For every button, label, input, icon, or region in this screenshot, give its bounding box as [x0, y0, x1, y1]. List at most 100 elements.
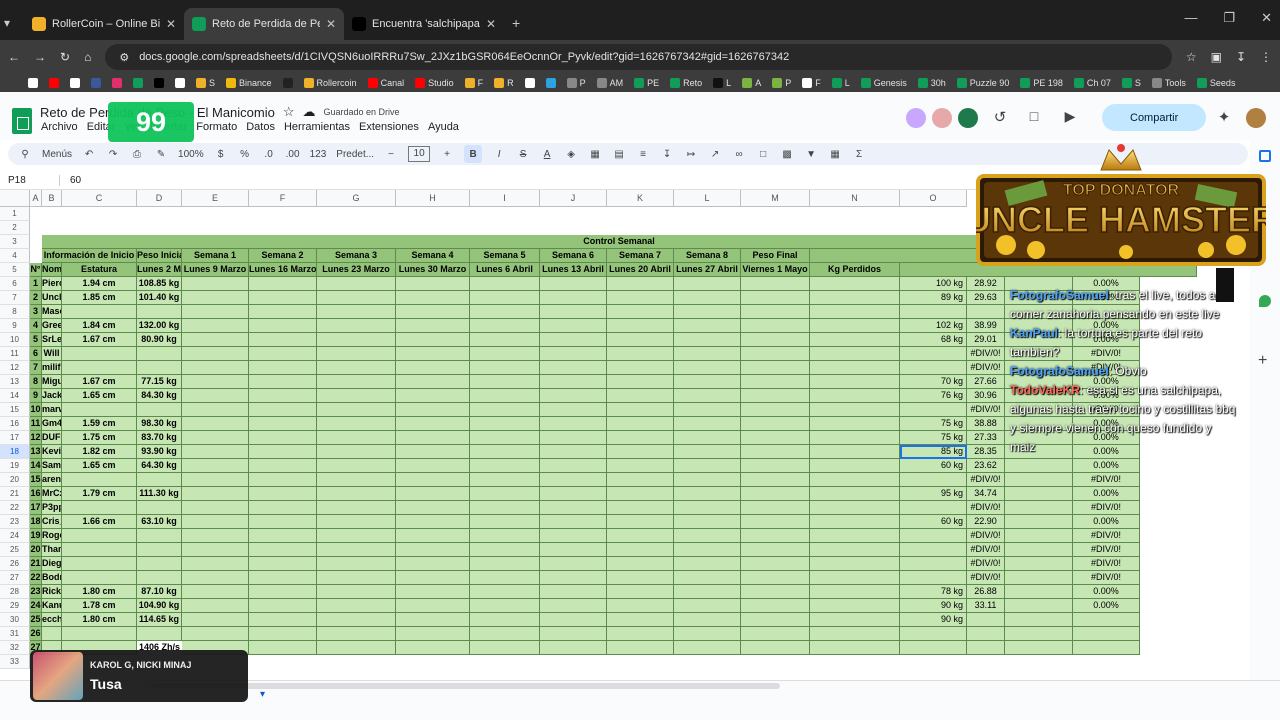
menu-item[interactable]: Herramientas — [284, 121, 350, 133]
row-header[interactable]: 21 — [0, 487, 30, 501]
header-cell[interactable]: Semana 6 — [540, 249, 607, 263]
week-cell[interactable] — [396, 529, 470, 543]
filter-icon[interactable]: ▼ — [804, 149, 818, 160]
row-header[interactable]: 5 — [0, 263, 30, 277]
week-cell[interactable] — [182, 613, 249, 627]
tab-list-icon[interactable]: ▾ — [4, 16, 24, 30]
row-number-cell[interactable]: 3 — [30, 305, 42, 319]
week-cell[interactable] — [396, 333, 470, 347]
font-size-decrease-icon[interactable]: − — [384, 149, 398, 160]
cell[interactable] — [1005, 571, 1073, 585]
cell[interactable] — [1005, 585, 1073, 599]
percent-cell[interactable]: 0.00% — [1073, 599, 1140, 613]
star-icon[interactable]: ☆ — [283, 104, 295, 120]
week-cell[interactable] — [540, 487, 607, 501]
subheader-cell[interactable]: Lunes 9 Marzo — [182, 263, 249, 277]
subheader-cell[interactable]: Nombre — [42, 263, 62, 277]
column-header[interactable]: F — [249, 190, 317, 207]
week-cell[interactable] — [249, 585, 317, 599]
height-cell[interactable] — [62, 347, 137, 361]
week-cell[interactable] — [741, 389, 810, 403]
week-cell[interactable] — [182, 445, 249, 459]
week-cell[interactable] — [674, 627, 741, 641]
header-cell[interactable]: Peso Final — [741, 249, 810, 263]
week-cell[interactable] — [470, 585, 540, 599]
week-cell[interactable] — [182, 375, 249, 389]
target-cell[interactable]: 70 kg — [900, 375, 967, 389]
row-number-cell[interactable]: 16 — [30, 487, 42, 501]
name-box[interactable]: P18 — [0, 175, 60, 186]
week-cell[interactable] — [540, 627, 607, 641]
week-cell[interactable] — [249, 473, 317, 487]
align-horizontal-icon[interactable]: ≡ — [636, 149, 650, 160]
avatar[interactable] — [906, 108, 926, 128]
week-cell[interactable] — [674, 305, 741, 319]
week-cell[interactable] — [182, 473, 249, 487]
week-cell[interactable] — [249, 515, 317, 529]
percent-cell[interactable]: #DIV/0! — [1073, 543, 1140, 557]
week-cell[interactable] — [741, 641, 810, 655]
week-cell[interactable] — [607, 529, 674, 543]
week-cell[interactable] — [396, 571, 470, 585]
week-cell[interactable] — [396, 459, 470, 473]
week-cell[interactable] — [540, 641, 607, 655]
week-cell[interactable] — [607, 277, 674, 291]
column-header[interactable]: L — [674, 190, 741, 207]
weight-cell[interactable]: 93.90 kg — [137, 445, 182, 459]
name-cell[interactable]: Will — [42, 347, 62, 361]
kg-lost-cell[interactable] — [810, 571, 900, 585]
minimize-icon[interactable]: — — [1184, 10, 1197, 26]
week-cell[interactable] — [396, 501, 470, 515]
target-cell[interactable]: 78 kg — [900, 585, 967, 599]
bookmark-item[interactable]: Reto — [670, 78, 702, 88]
functions-icon[interactable]: Σ — [852, 149, 866, 160]
row-number-cell[interactable]: 26 — [30, 627, 42, 641]
week-cell[interactable] — [396, 417, 470, 431]
week-cell[interactable] — [607, 403, 674, 417]
week-cell[interactable] — [182, 347, 249, 361]
week-cell[interactable] — [674, 487, 741, 501]
height-cell[interactable] — [62, 627, 137, 641]
height-cell[interactable]: 1.67 cm — [62, 375, 137, 389]
week-cell[interactable] — [674, 613, 741, 627]
close-tab-icon[interactable]: ✕ — [486, 17, 496, 31]
cell[interactable] — [1005, 459, 1073, 473]
week-cell[interactable] — [182, 487, 249, 501]
percent-cell[interactable]: 0.00% — [1073, 487, 1140, 501]
week-cell[interactable] — [317, 375, 396, 389]
week-cell[interactable] — [317, 347, 396, 361]
height-cell[interactable] — [62, 305, 137, 319]
column-header[interactable]: O — [900, 190, 967, 207]
kg-lost-cell[interactable] — [810, 585, 900, 599]
menu-item[interactable]: Formato — [196, 121, 237, 133]
row-header[interactable]: 2 — [0, 221, 30, 235]
height-cell[interactable]: 1.75 cm — [62, 431, 137, 445]
week-cell[interactable] — [470, 613, 540, 627]
week-cell[interactable] — [741, 585, 810, 599]
link-icon[interactable]: ∞ — [732, 149, 746, 160]
week-cell[interactable] — [396, 627, 470, 641]
week-cell[interactable] — [396, 305, 470, 319]
week-cell[interactable] — [741, 403, 810, 417]
forward-icon[interactable]: → — [34, 50, 46, 64]
download-icon[interactable]: ↧ — [1236, 50, 1246, 64]
week-cell[interactable] — [540, 417, 607, 431]
week-cell[interactable] — [607, 361, 674, 375]
row-header[interactable]: 23 — [0, 515, 30, 529]
week-cell[interactable] — [182, 543, 249, 557]
target-cell[interactable] — [900, 403, 967, 417]
cell[interactable] — [1005, 501, 1073, 515]
target-cell[interactable]: 75 kg — [900, 431, 967, 445]
week-cell[interactable] — [249, 417, 317, 431]
week-cell[interactable] — [540, 389, 607, 403]
bookmark-item[interactable]: Ch 07 — [1073, 78, 1111, 88]
cell[interactable] — [1005, 515, 1073, 529]
week-cell[interactable] — [540, 459, 607, 473]
history-icon[interactable]: ↺ — [990, 108, 1010, 128]
bookmark-star-icon[interactable]: ☆ — [1186, 50, 1197, 64]
bookmark-item[interactable]: P — [566, 78, 586, 88]
header-cell[interactable]: Semana 2 — [249, 249, 317, 263]
bmi-cell[interactable]: 33.11 — [967, 599, 1005, 613]
column-header[interactable]: M — [741, 190, 810, 207]
week-cell[interactable] — [396, 515, 470, 529]
